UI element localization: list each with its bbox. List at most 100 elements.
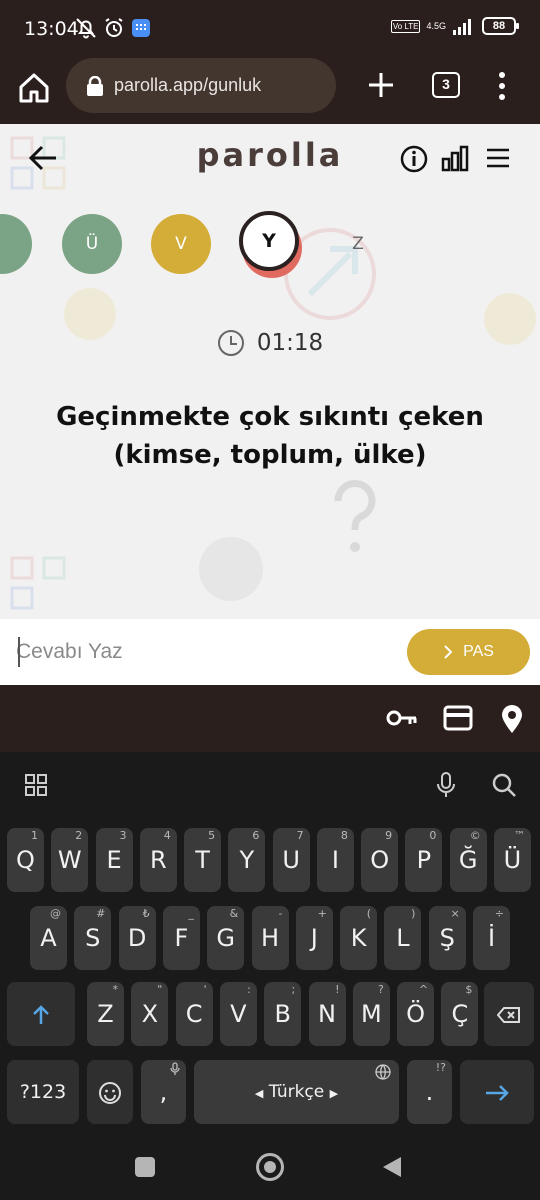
emoji-key[interactable] bbox=[87, 1060, 133, 1124]
browser-toolbar: parolla.app/gunluk 3 bbox=[0, 56, 540, 124]
period-key-hint: !? bbox=[435, 1061, 446, 1074]
key-q[interactable]: Q1 bbox=[7, 828, 44, 892]
key-v[interactable]: V: bbox=[219, 982, 257, 1046]
key-z[interactable]: Z * bbox=[87, 982, 124, 1046]
key-p[interactable]: P0 bbox=[405, 828, 443, 892]
key-m[interactable]: M? bbox=[352, 982, 390, 1046]
key-l[interactable]: L) bbox=[384, 906, 422, 970]
timer: 01:18 bbox=[0, 329, 540, 357]
clock-icon bbox=[217, 330, 244, 356]
key-hint: ÷ bbox=[494, 907, 504, 920]
key-hint: ! bbox=[335, 983, 340, 996]
space-key[interactable]: ◀ Türkçe ▶ bbox=[194, 1060, 399, 1124]
key-hint: 3 bbox=[119, 829, 127, 842]
shift-key[interactable] bbox=[7, 982, 75, 1046]
nav-home-icon[interactable] bbox=[256, 1153, 284, 1181]
apps-grid-icon[interactable] bbox=[24, 773, 48, 797]
address-bar[interactable]: parolla.app/gunluk bbox=[66, 58, 336, 113]
key-t[interactable]: T5 bbox=[184, 828, 222, 892]
key-hint: 0 bbox=[429, 829, 437, 842]
key-hint: # bbox=[96, 907, 106, 920]
key-c[interactable]: C ' bbox=[175, 982, 213, 1046]
pass-button[interactable]: PAS bbox=[407, 629, 530, 675]
home-icon[interactable] bbox=[16, 70, 52, 106]
recents-icon[interactable] bbox=[135, 1157, 155, 1177]
key-i[interactable]: I8 bbox=[316, 828, 354, 892]
key-ç[interactable]: Ç $ bbox=[441, 982, 479, 1046]
nav-back-icon[interactable] bbox=[380, 1155, 404, 1179]
key-o[interactable]: O9 bbox=[361, 828, 399, 892]
more-icon[interactable] bbox=[492, 70, 512, 102]
key-g[interactable]: G & bbox=[207, 906, 245, 970]
card-icon[interactable] bbox=[443, 704, 473, 732]
key-hint: 1 bbox=[31, 829, 38, 842]
background-question-doodle bbox=[334, 480, 376, 552]
period-key-label: . bbox=[425, 1078, 434, 1106]
system-nav-bar bbox=[0, 1135, 540, 1200]
menu-icon[interactable] bbox=[485, 146, 511, 170]
app-notification-icon bbox=[132, 19, 150, 37]
letter-circle-v: V bbox=[151, 214, 211, 274]
answer-bar: PAS bbox=[0, 619, 540, 685]
stats-icon[interactable] bbox=[441, 144, 469, 172]
enter-key[interactable] bbox=[460, 1060, 534, 1124]
status-indicators: Vo LTE 4.5G 88 bbox=[390, 16, 519, 36]
key-n[interactable]: N! bbox=[308, 982, 346, 1046]
key-x[interactable]: X " bbox=[131, 982, 169, 1046]
key-s[interactable]: S # bbox=[74, 906, 112, 970]
key-i̇[interactable]: İ ÷ bbox=[473, 906, 510, 970]
symbols-key[interactable]: ?123 bbox=[7, 1060, 79, 1124]
location-icon[interactable] bbox=[500, 704, 524, 734]
key-hint: 7 bbox=[296, 829, 304, 842]
key-hint: 4 bbox=[163, 829, 171, 842]
url-text: parolla.app/gunluk bbox=[114, 75, 262, 95]
key-e[interactable]: E3 bbox=[95, 828, 133, 892]
key-a[interactable]: A @ bbox=[30, 906, 67, 970]
key-hint: + bbox=[317, 907, 327, 920]
key-j[interactable]: J + bbox=[295, 906, 333, 970]
key-d[interactable]: D ₺ bbox=[118, 906, 156, 970]
new-tab-icon[interactable] bbox=[364, 68, 398, 102]
key-hint: ; bbox=[291, 983, 296, 996]
enter-arrow-icon bbox=[486, 1085, 509, 1101]
answer-input[interactable] bbox=[16, 633, 386, 671]
key-u[interactable]: U7 bbox=[272, 828, 310, 892]
key-hint: © bbox=[469, 829, 481, 842]
key-ö[interactable]: Ö ^ bbox=[397, 982, 435, 1046]
pass-button-label: PAS bbox=[463, 643, 494, 660]
background-quiz-doodle-2 bbox=[10, 556, 66, 610]
comma-key-label: , bbox=[159, 1078, 168, 1106]
key-hint: ( bbox=[366, 907, 372, 920]
status-time: 13:04 bbox=[24, 18, 79, 40]
comma-key[interactable]: , bbox=[141, 1060, 186, 1124]
key-y[interactable]: Y6 bbox=[228, 828, 266, 892]
chevron-right-icon bbox=[444, 645, 453, 659]
tabs-icon[interactable]: 3 bbox=[432, 72, 460, 98]
letter-circle-u: Ü bbox=[62, 214, 122, 274]
period-key[interactable]: . !? bbox=[407, 1060, 452, 1124]
key-hint: ) bbox=[411, 907, 416, 920]
question-text: Geçinmekte çok sıkıntı çeken (kimse, top… bbox=[56, 402, 484, 470]
key-ü[interactable]: Ü ™ bbox=[493, 828, 531, 892]
info-icon[interactable] bbox=[400, 145, 428, 173]
battery-icon: 88 bbox=[482, 17, 519, 35]
key-ş[interactable]: Ş × bbox=[428, 906, 466, 970]
key-r[interactable]: R4 bbox=[139, 828, 177, 892]
game-page: parolla Ü V Y Z 01:18 Geçinmekte çok sık… bbox=[0, 124, 540, 685]
key-f[interactable]: F _ bbox=[162, 906, 200, 970]
key-hint: × bbox=[450, 907, 460, 920]
alarm-icon bbox=[105, 18, 123, 37]
timer-value: 01:18 bbox=[256, 330, 324, 356]
lock-icon bbox=[87, 75, 103, 96]
microphone-icon[interactable] bbox=[434, 771, 458, 799]
key-w[interactable]: W2 bbox=[51, 828, 89, 892]
key-b[interactable]: B; bbox=[264, 982, 302, 1046]
mute-icon bbox=[76, 18, 96, 39]
key-k[interactable]: K( bbox=[340, 906, 378, 970]
search-icon[interactable] bbox=[491, 772, 517, 798]
key-icon[interactable] bbox=[386, 704, 418, 732]
key-hint: ™ bbox=[513, 829, 525, 842]
key-ğ[interactable]: Ğ © bbox=[449, 828, 487, 892]
backspace-key[interactable] bbox=[484, 982, 534, 1046]
key-h[interactable]: H- bbox=[251, 906, 289, 970]
